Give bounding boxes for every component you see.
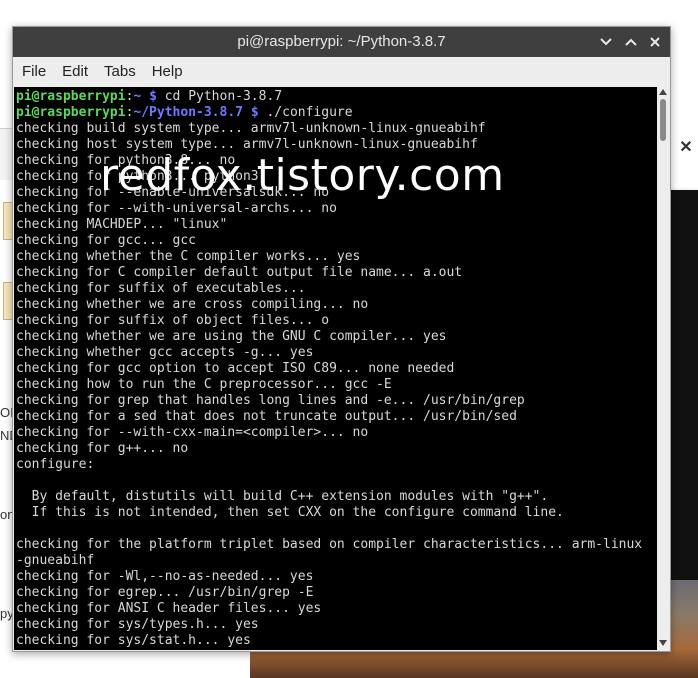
terminal-line: checking for suffix of executables... [16, 281, 314, 296]
prompt-path: ~ [133, 89, 142, 104]
prompt-line: pi@raspberrypi:~ $ cd Python-3.8.7 [16, 89, 657, 105]
prompt-command: cd Python-3.8.7 [156, 89, 283, 104]
terminal-line: checking whether we are using the GNU C … [16, 329, 447, 344]
prompt-user: pi@raspberrypi [16, 89, 126, 104]
terminal-line: checking whether we are cross compiling.… [16, 297, 369, 312]
terminal-line: checking for suffix of object files... o [16, 313, 330, 328]
close-icon[interactable] [646, 33, 664, 51]
terminal-line: checking build system type... armv7l-unk… [16, 121, 486, 136]
terminal-line: checking for gcc... gcc [16, 233, 197, 248]
background-close-icon[interactable]: ✕ [676, 138, 696, 158]
terminal-line: checking whether gcc accepts -g... yes [16, 345, 314, 360]
scrollbar[interactable] [657, 87, 670, 650]
terminal-line: -gnueabihf [16, 553, 95, 568]
maximize-chevron-icon[interactable] [622, 33, 640, 51]
menu-help[interactable]: Help [144, 57, 191, 87]
minimize-chevron-icon[interactable] [597, 33, 615, 51]
terminal-line: checking for --enable-universalsdk... no [16, 185, 330, 200]
prompt-path: ~/Python-3.8.7 [133, 105, 243, 120]
prompt-symbol: $ [149, 89, 157, 104]
terminal-line: By default, distutils will build C++ ext… [16, 489, 549, 504]
terminal-line: checking for sys/types.h... yes [16, 617, 259, 632]
terminal-line: checking for grep that handles long line… [16, 393, 525, 408]
terminal-line: checking how to run the C preprocessor..… [16, 377, 392, 392]
background-window-edge [668, 128, 698, 188]
terminal-line: checking for gcc option to accept ISO C8… [16, 361, 455, 376]
terminal-line: checking MACHDEP... "linux" [16, 217, 228, 232]
prompt-symbol: $ [250, 105, 259, 120]
terminal-line: checking for a sed that does not truncat… [16, 409, 517, 424]
terminal-line: checking for sys/stat.h... yes [16, 633, 251, 648]
terminal-output[interactable]: pi@raspberrypi:~ $ cd Python-3.8.7 pi@ra… [14, 87, 657, 650]
terminal-line: checking for --with-universal-archs... n… [16, 201, 337, 216]
terminal-line: checking for python3... python3 [16, 169, 259, 184]
terminal-line: checking for python3.8... no [16, 153, 236, 168]
scroll-down-icon[interactable] [659, 640, 667, 646]
terminal-line: checking for the platform triplet based … [16, 537, 643, 552]
menu-bar: File Edit Tabs Help [13, 57, 670, 87]
scroll-up-icon[interactable] [659, 89, 667, 95]
terminal-line: checking whether the C compiler works...… [16, 249, 361, 264]
terminal-line: If this is not intended, then set CXX on… [16, 505, 564, 520]
title-bar[interactable]: pi@raspberrypi: ~/Python-3.8.7 [13, 27, 670, 57]
terminal-line: checking for C compiler default output f… [16, 265, 463, 280]
terminal-line: checking for egrep... /usr/bin/grep -E [16, 585, 314, 600]
window-title: pi@raspberrypi: ~/Python-3.8.7 [237, 33, 446, 50]
menu-file[interactable]: File [13, 57, 54, 87]
scrollbar-thumb[interactable] [660, 99, 666, 141]
prompt-user: pi@raspberrypi [16, 105, 126, 120]
terminal-line: configure: [16, 457, 95, 472]
prompt-command: ./configure [258, 105, 353, 120]
terminal-window: pi@raspberrypi: ~/Python-3.8.7 File Edit… [12, 26, 671, 652]
terminal-line: checking for -Wl,--no-as-needed... yes [16, 569, 314, 584]
terminal-line: checking host system type... armv7l-unkn… [16, 137, 478, 152]
menu-edit[interactable]: Edit [54, 57, 96, 87]
terminal-line: checking for --with-cxx-main=<compiler>.… [16, 425, 369, 440]
terminal-line: checking for g++... no [16, 441, 189, 456]
background-dark-panel [668, 190, 698, 580]
menu-tabs[interactable]: Tabs [96, 57, 144, 87]
prompt-line: pi@raspberrypi:~/Python-3.8.7 $ ./config… [16, 105, 657, 121]
terminal-line: checking for ANSI C header files... yes [16, 601, 322, 616]
